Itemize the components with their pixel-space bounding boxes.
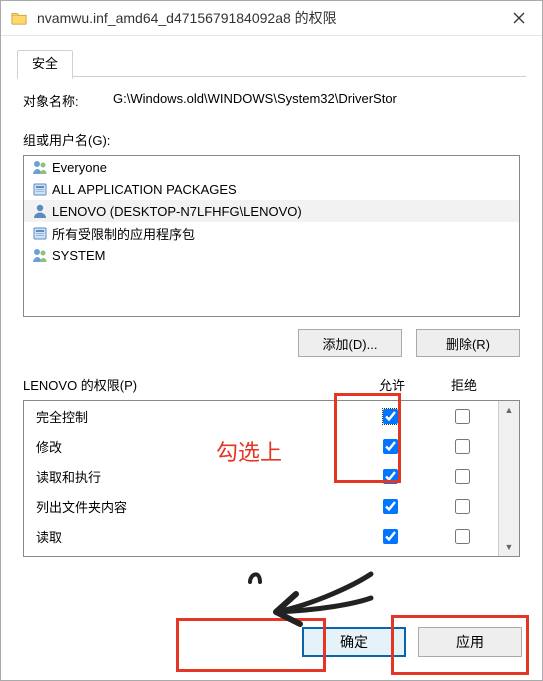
package-icon	[30, 181, 50, 197]
deny-checkbox[interactable]	[455, 439, 470, 454]
deny-checkbox[interactable]	[455, 529, 470, 544]
principal-row[interactable]: ALL APPLICATION PACKAGES	[24, 178, 519, 200]
tabstrip: 安全	[17, 46, 526, 77]
tab-security[interactable]: 安全	[17, 50, 73, 79]
allow-checkbox[interactable]	[383, 469, 398, 484]
permissions-scrollbar[interactable]: ▲ ▼	[498, 401, 519, 556]
add-button[interactable]: 添加(D)...	[298, 329, 402, 357]
users-icon	[30, 247, 50, 263]
deny-column-header: 拒绝	[428, 375, 500, 394]
principal-label: SYSTEM	[52, 248, 105, 263]
deny-checkbox[interactable]	[455, 409, 470, 424]
scroll-up-icon[interactable]: ▲	[499, 401, 519, 419]
principal-row[interactable]: Everyone	[24, 156, 519, 178]
permission-row: 修改	[24, 431, 498, 461]
dialog-button-bar: 确定 应用	[1, 604, 542, 680]
permissions-box: 完全控制修改读取和执行列出文件夹内容读取 ▲ ▼	[23, 400, 520, 557]
allow-checkbox[interactable]	[383, 439, 398, 454]
permission-label: 列出文件夹内容	[36, 497, 354, 516]
principal-label: 所有受限制的应用程序包	[52, 224, 195, 243]
remove-button[interactable]: 删除(R)	[416, 329, 520, 357]
permission-label: 读取	[36, 527, 354, 546]
permission-label: 完全控制	[36, 407, 354, 426]
permission-row: 列出文件夹内容	[24, 491, 498, 521]
object-name-label: 对象名称:	[23, 91, 113, 110]
package-icon	[30, 225, 50, 241]
titlebar: nvamwu.inf_amd64_d4715679184092a8 的权限	[1, 1, 542, 36]
permissions-dialog: nvamwu.inf_amd64_d4715679184092a8 的权限 安全…	[0, 0, 543, 681]
permission-row: 完全控制	[24, 401, 498, 431]
users-icon	[30, 159, 50, 175]
window-title: nvamwu.inf_amd64_d4715679184092a8 的权限	[37, 8, 496, 28]
allow-column-header: 允许	[356, 375, 428, 394]
folder-icon	[11, 10, 29, 26]
deny-checkbox[interactable]	[455, 499, 470, 514]
apply-button[interactable]: 应用	[418, 627, 522, 657]
permission-row: 读取	[24, 521, 498, 551]
principal-row[interactable]: 所有受限制的应用程序包	[24, 222, 519, 244]
scroll-down-icon[interactable]: ▼	[499, 538, 519, 556]
permissions-title: LENOVO 的权限(P)	[23, 375, 356, 394]
ok-button[interactable]: 确定	[302, 627, 406, 657]
permission-label: 修改	[36, 437, 354, 456]
allow-checkbox[interactable]	[383, 499, 398, 514]
dialog-body: 安全 对象名称: G:\Windows.old\WINDOWS\System32…	[1, 36, 542, 596]
principal-label: ALL APPLICATION PACKAGES	[52, 182, 237, 197]
close-button[interactable]	[496, 1, 542, 35]
principals-listbox[interactable]: Everyone ALL APPLICATION PACKAGES LENOVO (…	[23, 155, 520, 317]
permission-row: 读取和执行	[24, 461, 498, 491]
principal-label: Everyone	[52, 160, 107, 175]
principal-row[interactable]: LENOVO (DESKTOP-N7LFHFG\LENOVO)	[24, 200, 519, 222]
deny-checkbox[interactable]	[455, 469, 470, 484]
object-name-value: G:\Windows.old\WINDOWS\System32\DriverSt…	[113, 91, 520, 106]
permission-label: 读取和执行	[36, 467, 354, 486]
allow-checkbox[interactable]	[383, 409, 398, 424]
user-icon	[30, 203, 50, 219]
allow-checkbox[interactable]	[383, 529, 398, 544]
principal-label: LENOVO (DESKTOP-N7LFHFG\LENOVO)	[52, 204, 302, 219]
group-users-label: 组或用户名(G):	[23, 130, 520, 149]
scroll-track[interactable]	[499, 419, 519, 538]
principal-row[interactable]: SYSTEM	[24, 244, 519, 266]
close-icon	[513, 12, 525, 24]
